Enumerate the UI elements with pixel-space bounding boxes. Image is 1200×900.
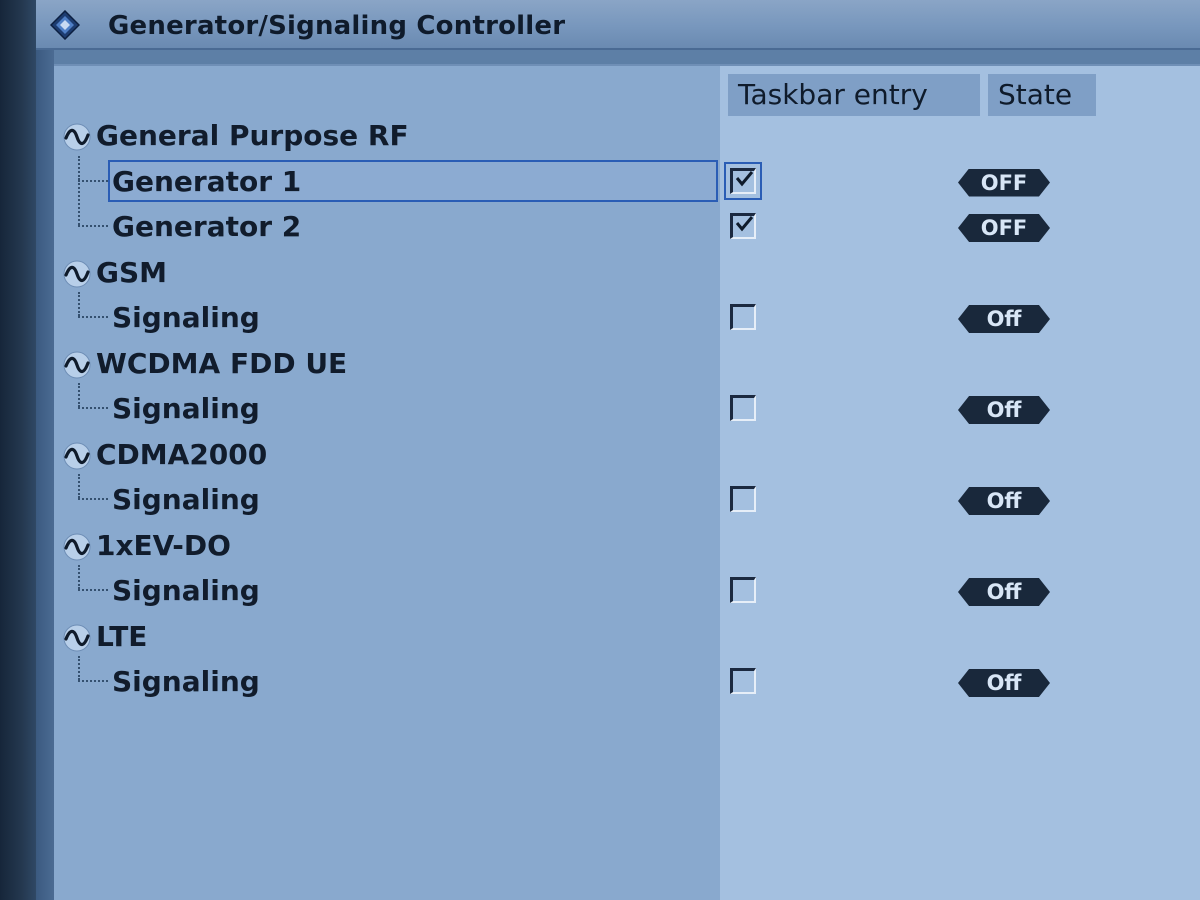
window-title: Generator/Signaling Controller	[108, 11, 566, 41]
tree-connector	[78, 498, 108, 500]
tree-item-row[interactable]: Signaling Off	[54, 292, 1200, 338]
tree-connector	[78, 179, 80, 225]
tree-connector	[78, 407, 108, 409]
taskbar-entry-checkbox[interactable]	[730, 577, 756, 603]
state-toggle-button[interactable]: Off	[958, 487, 1050, 515]
state-toggle-button[interactable]: Off	[958, 578, 1050, 606]
state-toggle-button[interactable]: Off	[958, 669, 1050, 697]
tree-group-label[interactable]: General Purpose RF	[96, 118, 409, 154]
tree-item-row[interactable]: Generator 1 OFF	[54, 155, 1200, 202]
state-toggle-button[interactable]: Off	[958, 396, 1050, 424]
tree-connector	[78, 179, 108, 182]
column-header-state[interactable]: State	[988, 74, 1096, 116]
tree-group-label[interactable]: WCDMA FDD UE	[96, 346, 347, 382]
tree-connector	[78, 474, 80, 498]
tree-item-label[interactable]: Signaling	[112, 664, 260, 700]
tree-group-row[interactable]: 1xEV-DO	[54, 526, 1200, 566]
taskbar-entry-checkbox[interactable]	[730, 486, 756, 512]
checkmark-icon	[734, 214, 754, 234]
tree-connector	[78, 383, 80, 407]
tree-group-label[interactable]: CDMA2000	[96, 437, 267, 473]
taskbar-entry-checkbox[interactable]	[730, 213, 756, 239]
state-toggle-button[interactable]: OFF	[958, 168, 1050, 197]
tree-item-row[interactable]: Signaling Off	[54, 656, 1200, 702]
tree-group-row[interactable]: LTE	[54, 617, 1200, 657]
taskbar-entry-checkbox[interactable]	[724, 161, 762, 200]
tree-item-label[interactable]: Signaling	[112, 300, 260, 336]
monitor-bezel	[0, 0, 36, 900]
tree-item-label[interactable]: Generator 2	[112, 209, 301, 245]
taskbar-entry-checkbox[interactable]	[730, 395, 756, 421]
checkmark-icon	[734, 169, 754, 189]
tree-group-label[interactable]: 1xEV-DO	[96, 528, 231, 564]
tree-item-label[interactable]: Signaling	[112, 482, 260, 518]
title-bar: Generator/Signaling Controller	[36, 0, 1200, 50]
screen: Generator/Signaling Controller Taskbar e…	[0, 0, 1200, 900]
tree-item-label[interactable]: Signaling	[112, 391, 260, 427]
sine-wave-icon[interactable]	[62, 532, 92, 562]
controller-panel: Taskbar entry State General Purpose RF Ge…	[54, 64, 1200, 900]
sine-wave-icon[interactable]	[62, 623, 92, 653]
tree-group-row[interactable]: WCDMA FDD UE	[54, 344, 1200, 384]
tree-item-row[interactable]: Signaling Off	[54, 474, 1200, 520]
tree-connector	[78, 292, 80, 316]
tree-group-row[interactable]: CDMA2000	[54, 435, 1200, 475]
tree-connector	[78, 656, 80, 680]
tree-item-row[interactable]: Signaling Off	[54, 565, 1200, 611]
tree-connector	[78, 225, 108, 227]
taskbar-entry-checkbox[interactable]	[730, 668, 756, 694]
tree-group-row[interactable]: GSM	[54, 253, 1200, 293]
tree-item-row[interactable]: Signaling Off	[54, 383, 1200, 429]
tree-connector	[78, 155, 80, 180]
tree-connector	[78, 589, 108, 591]
tree-connector	[78, 316, 108, 318]
tree-item-label[interactable]: Generator 1	[112, 164, 301, 200]
tree-item-row[interactable]: Generator 2 OFF	[54, 179, 1200, 247]
tree-connector	[78, 565, 80, 589]
sine-wave-icon[interactable]	[62, 122, 92, 152]
tree-group-label[interactable]: LTE	[96, 619, 147, 655]
state-toggle-button[interactable]: Off	[958, 305, 1050, 333]
sine-wave-icon[interactable]	[62, 259, 92, 289]
state-toggle-button[interactable]: OFF	[958, 214, 1050, 242]
taskbar-entry-checkbox[interactable]	[730, 304, 756, 330]
sine-wave-icon[interactable]	[62, 441, 92, 471]
window-frame	[36, 50, 54, 900]
sine-wave-icon[interactable]	[62, 350, 92, 380]
tree-item-label[interactable]: Signaling	[112, 573, 260, 609]
tree-group-row[interactable]: General Purpose RF	[54, 116, 1200, 156]
tree-connector	[78, 680, 108, 682]
column-header-taskbar-entry[interactable]: Taskbar entry	[728, 74, 980, 116]
app-logo-icon	[49, 9, 81, 41]
tree-group-label[interactable]: GSM	[96, 255, 167, 291]
